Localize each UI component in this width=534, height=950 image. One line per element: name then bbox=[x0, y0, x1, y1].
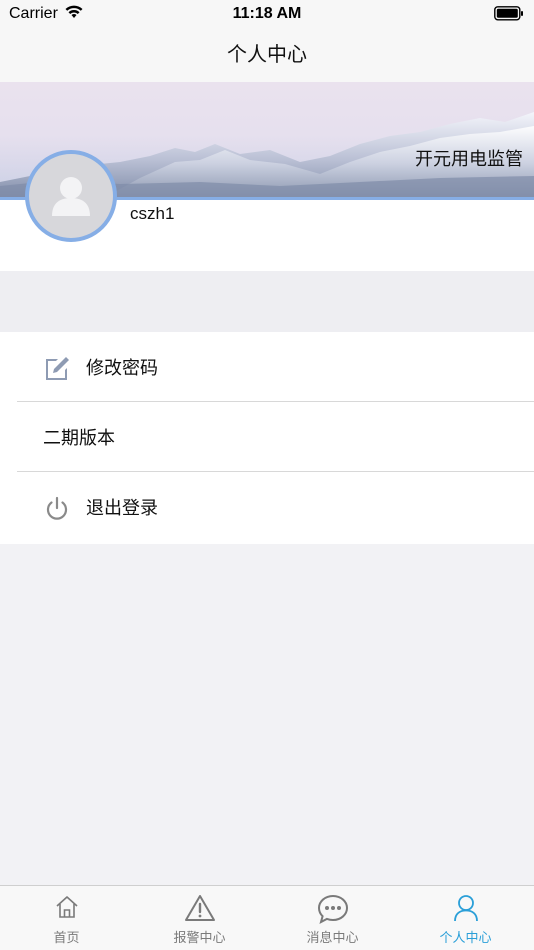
home-icon bbox=[54, 894, 80, 924]
tab-label: 报警中心 bbox=[173, 931, 226, 946]
screen: Carrier 11:18 AM 个人中心 开元用电监管 cszh1 修改密码 … bbox=[0, 0, 534, 950]
username: cszh1 bbox=[130, 204, 175, 223]
menu-item-label: 退出登录 bbox=[86, 498, 158, 519]
settings-menu: 修改密码 二期版本 退出登录 bbox=[0, 332, 534, 544]
page-title: 个人中心 bbox=[227, 42, 307, 66]
tab-bar: 首页 报警中心 消息中心 个人中心 bbox=[0, 885, 534, 950]
user-icon bbox=[453, 894, 479, 926]
avatar[interactable] bbox=[25, 150, 117, 242]
edit-icon bbox=[43, 354, 71, 382]
message-icon bbox=[317, 894, 349, 928]
menu-item-change-password[interactable]: 修改密码 bbox=[0, 332, 534, 402]
tab-label: 首页 bbox=[53, 931, 80, 946]
section-spacer bbox=[0, 271, 534, 332]
tab-label: 个人中心 bbox=[439, 931, 492, 946]
power-icon bbox=[43, 494, 71, 522]
menu-item-version[interactable]: 二期版本 bbox=[0, 402, 534, 472]
menu-item-label: 二期版本 bbox=[43, 428, 115, 449]
tab-personal-center[interactable]: 个人中心 bbox=[399, 886, 532, 950]
app-name: 开元用电监管 bbox=[415, 149, 523, 170]
menu-item-label: 修改密码 bbox=[86, 358, 158, 379]
tab-alarm-center[interactable]: 报警中心 bbox=[133, 886, 266, 950]
navigation-bar: 个人中心 bbox=[0, 28, 534, 82]
menu-item-logout[interactable]: 退出登录 bbox=[0, 472, 534, 544]
battery-icon bbox=[494, 6, 524, 25]
clock: 11:18 AM bbox=[232, 5, 302, 22]
tab-label: 消息中心 bbox=[306, 931, 359, 946]
tab-home[interactable]: 首页 bbox=[0, 886, 133, 950]
status-bar: Carrier 11:18 AM bbox=[0, 0, 534, 28]
warning-icon bbox=[184, 894, 216, 926]
user-placeholder-icon bbox=[52, 177, 90, 216]
tab-message-center[interactable]: 消息中心 bbox=[266, 886, 399, 950]
